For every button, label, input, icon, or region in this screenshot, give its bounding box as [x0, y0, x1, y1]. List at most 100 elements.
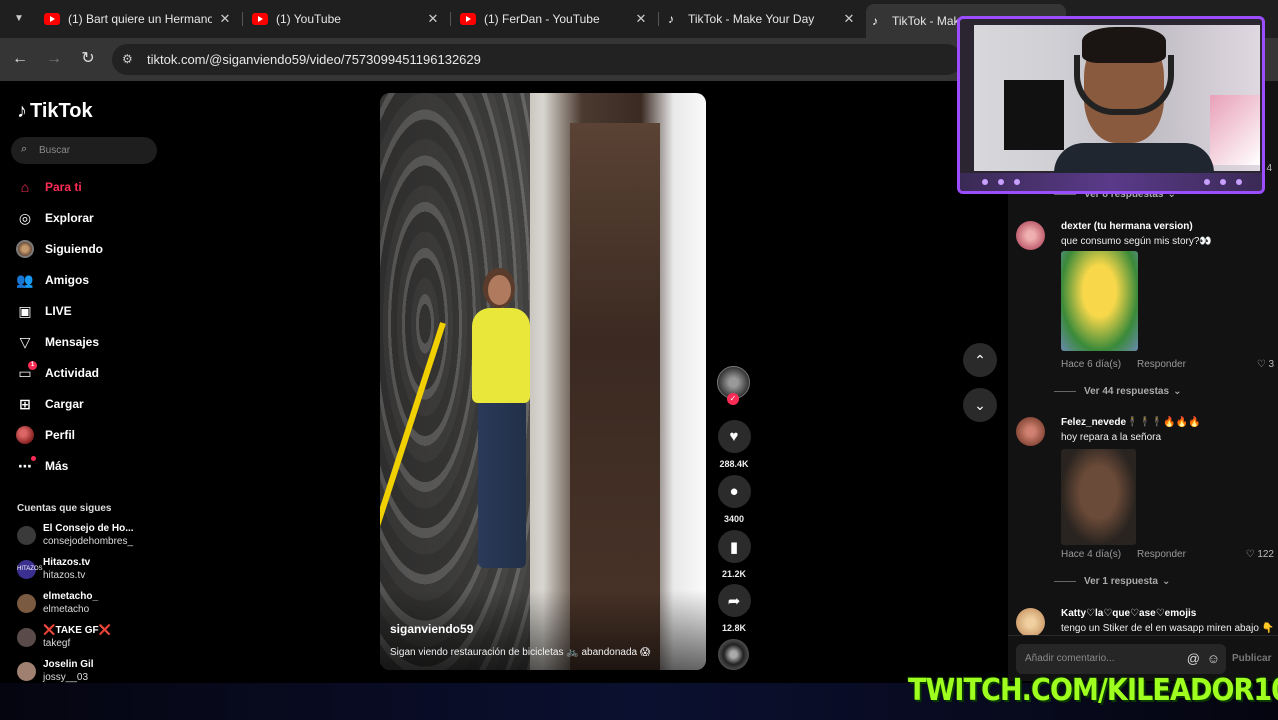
publish-button[interactable]: Publicar [1232, 653, 1271, 664]
search-placeholder: Buscar [39, 145, 71, 156]
comment-text: tengo un Stiker de el en wasapp miren ab… [1061, 623, 1275, 634]
avatar[interactable] [1016, 608, 1045, 637]
sidebar-item-actividad[interactable]: ▭ 1 Actividad [16, 361, 99, 384]
reply-button[interactable]: Responder [1137, 549, 1186, 560]
comment-like-button[interactable]: ♡ 122 [1246, 549, 1274, 560]
comment-button[interactable]: ● 3400 [716, 475, 752, 524]
tab-title: (1) YouTube [276, 12, 341, 26]
twitch-channel-watermark: TWITCH.COM/KILEADOR101 [908, 673, 1278, 708]
tiktok-logo[interactable]: ♪ TikTok [17, 100, 93, 123]
comment-like-count: 122 [1257, 549, 1274, 560]
video-frame-person-legs [478, 398, 526, 568]
sidebar-item-perfil[interactable]: Perfil [16, 424, 75, 446]
close-tab-icon[interactable]: ✕ [634, 11, 648, 27]
sidebar-item-mas[interactable]: ⋯ Más [16, 455, 68, 477]
sidebar-item-explorar[interactable]: ◎ Explorar [16, 207, 94, 229]
avatar [17, 593, 36, 613]
account-handle: takegf [43, 638, 71, 649]
sidebar-item-para-ti[interactable]: ⌂ Para ti [16, 176, 82, 198]
tab-title: (1) FerDan - YouTube [484, 12, 600, 26]
sidebar-item-label: Siguiendo [45, 242, 103, 256]
site-settings-icon[interactable]: ⚙ [122, 52, 136, 66]
profile-avatar-icon [16, 426, 34, 444]
sidebar-item-label: Explorar [45, 211, 94, 225]
tab-title: TikTok - Make Your Day [688, 12, 815, 26]
comment-item: Felez_nevede🕴🕴🕴🔥🔥🔥 hoy repara a la señor… [1016, 417, 1278, 567]
youtube-icon [44, 13, 60, 25]
live-icon: ▣ [18, 302, 32, 319]
account-name: ❌TAKE GF❌ [43, 625, 112, 636]
more-icon: ⋯ [16, 456, 36, 475]
save-count: 21.2K [721, 569, 747, 579]
comment-text: que consumo según mis story?👀 [1061, 236, 1212, 247]
video-author[interactable]: siganviendo59 [390, 622, 473, 636]
like-count: 288.4K [719, 459, 749, 469]
tab-divider [658, 12, 659, 26]
comment-like-count[interactable]: 4 [1266, 163, 1272, 174]
chevron-down-icon[interactable]: ⌄ [963, 388, 997, 422]
following-account[interactable]: elmetacho_ elmetacho [17, 589, 98, 617]
comment-item: dexter (tu hermana version) que consumo … [1016, 221, 1278, 371]
search-input[interactable]: ⌕ Buscar [11, 137, 157, 164]
comment-sticker-image[interactable] [1061, 251, 1138, 351]
browser-tab[interactable]: ♪ TikTok - Make Your Day ✕ [662, 6, 862, 32]
webcam-frame-bar [960, 173, 1262, 191]
comment-username[interactable]: Katty♡la♡que♡ase♡emojis [1061, 608, 1196, 619]
comment-sticker-image[interactable] [1061, 449, 1136, 545]
view-replies-link[interactable]: Ver 44 respuestas ⌄ [1054, 386, 1181, 397]
browser-tab[interactable]: (1) FerDan - YouTube ✕ [454, 6, 654, 32]
emoji-icon[interactable]: ☺ [1207, 651, 1220, 666]
like-button[interactable]: ♥ 288.4K [716, 420, 752, 469]
comment-username[interactable]: dexter (tu hermana version) [1061, 221, 1193, 232]
close-tab-icon[interactable]: ✕ [842, 11, 856, 27]
account-handle: consejodehombres_ [43, 536, 134, 547]
comment-username[interactable]: Felez_nevede🕴🕴🕴🔥🔥🔥 [1061, 417, 1201, 428]
reload-icon[interactable]: ↻ [77, 48, 99, 70]
account-handle: hitazos.tv [43, 570, 86, 581]
webcam-feed [974, 25, 1260, 183]
browser-tab[interactable]: (1) YouTube ✕ [246, 6, 446, 32]
comment-input[interactable]: Añadir comentario... @ ☺ [1016, 644, 1226, 674]
following-avatar-icon [16, 240, 34, 258]
following-account[interactable]: HITAZOS Hitazos.tv hitazos.tv [17, 555, 90, 583]
browser-tab[interactable]: (1) Bart quiere un Hermano ✕ [38, 6, 238, 32]
mention-icon[interactable]: @ [1187, 651, 1200, 666]
avatar[interactable] [1016, 221, 1045, 250]
view-replies-label: Ver 1 respuesta [1084, 576, 1158, 587]
chevron-up-icon[interactable]: ⌃ [963, 343, 997, 377]
following-account[interactable]: ❌TAKE GF❌ takegf [17, 623, 111, 651]
address-bar[interactable]: ⚙ tiktok.com/@siganviendo59/video/757309… [112, 44, 962, 75]
messages-icon: ▽ [19, 333, 31, 350]
comment-like-button[interactable]: ♡ 3 [1257, 359, 1274, 370]
share-button[interactable]: ➦ 12.8K [716, 584, 752, 633]
sound-disc-icon[interactable] [718, 639, 749, 670]
sidebar-item-siguiendo[interactable]: Siguiendo [16, 238, 103, 260]
save-button[interactable]: ▮ 21.2K [716, 530, 752, 579]
avatar [17, 661, 36, 681]
following-account[interactable]: Joselin Gil jossy__03 [17, 657, 94, 685]
account-name: Hitazos.tv [43, 557, 91, 568]
tab-divider [450, 12, 451, 26]
close-tab-icon[interactable]: ✕ [218, 11, 232, 27]
home-icon: ⌂ [20, 179, 30, 195]
video-player[interactable]: siganviendo59 Sigan viendo restauración … [380, 93, 706, 670]
sidebar-item-mensajes[interactable]: ▽ Mensajes [16, 331, 99, 353]
avatar[interactable] [1016, 417, 1045, 446]
tab-search-chevron-icon[interactable]: ▼ [8, 8, 30, 30]
close-tab-icon[interactable]: ✕ [426, 11, 440, 27]
back-arrow-icon[interactable]: ← [9, 48, 31, 70]
sidebar-item-label: Cargar [45, 397, 84, 411]
reply-button[interactable]: Responder [1137, 359, 1186, 370]
search-icon: ⌕ [21, 143, 28, 155]
sidebar-item-amigos[interactable]: 👥 Amigos [16, 269, 89, 291]
sidebar-item-live[interactable]: ▣ LIVE [16, 300, 71, 322]
sidebar-item-cargar[interactable]: ⊞ Cargar [16, 393, 84, 415]
view-replies-link[interactable]: Ver 1 respuesta ⌄ [1054, 576, 1170, 587]
forward-arrow-icon[interactable]: → [43, 48, 65, 70]
chevron-down-icon: ⌄ [1161, 576, 1171, 587]
following-account[interactable]: El Consejo de Ho... consejodehombres_ [17, 521, 134, 549]
follow-check-icon[interactable]: ✓ [727, 393, 739, 405]
url-text[interactable]: tiktok.com/@siganviendo59/video/75730994… [147, 52, 481, 67]
share-arrow-icon: ➦ [717, 584, 751, 617]
video-caption: Sigan viendo restauración de bicicletas … [390, 647, 651, 658]
